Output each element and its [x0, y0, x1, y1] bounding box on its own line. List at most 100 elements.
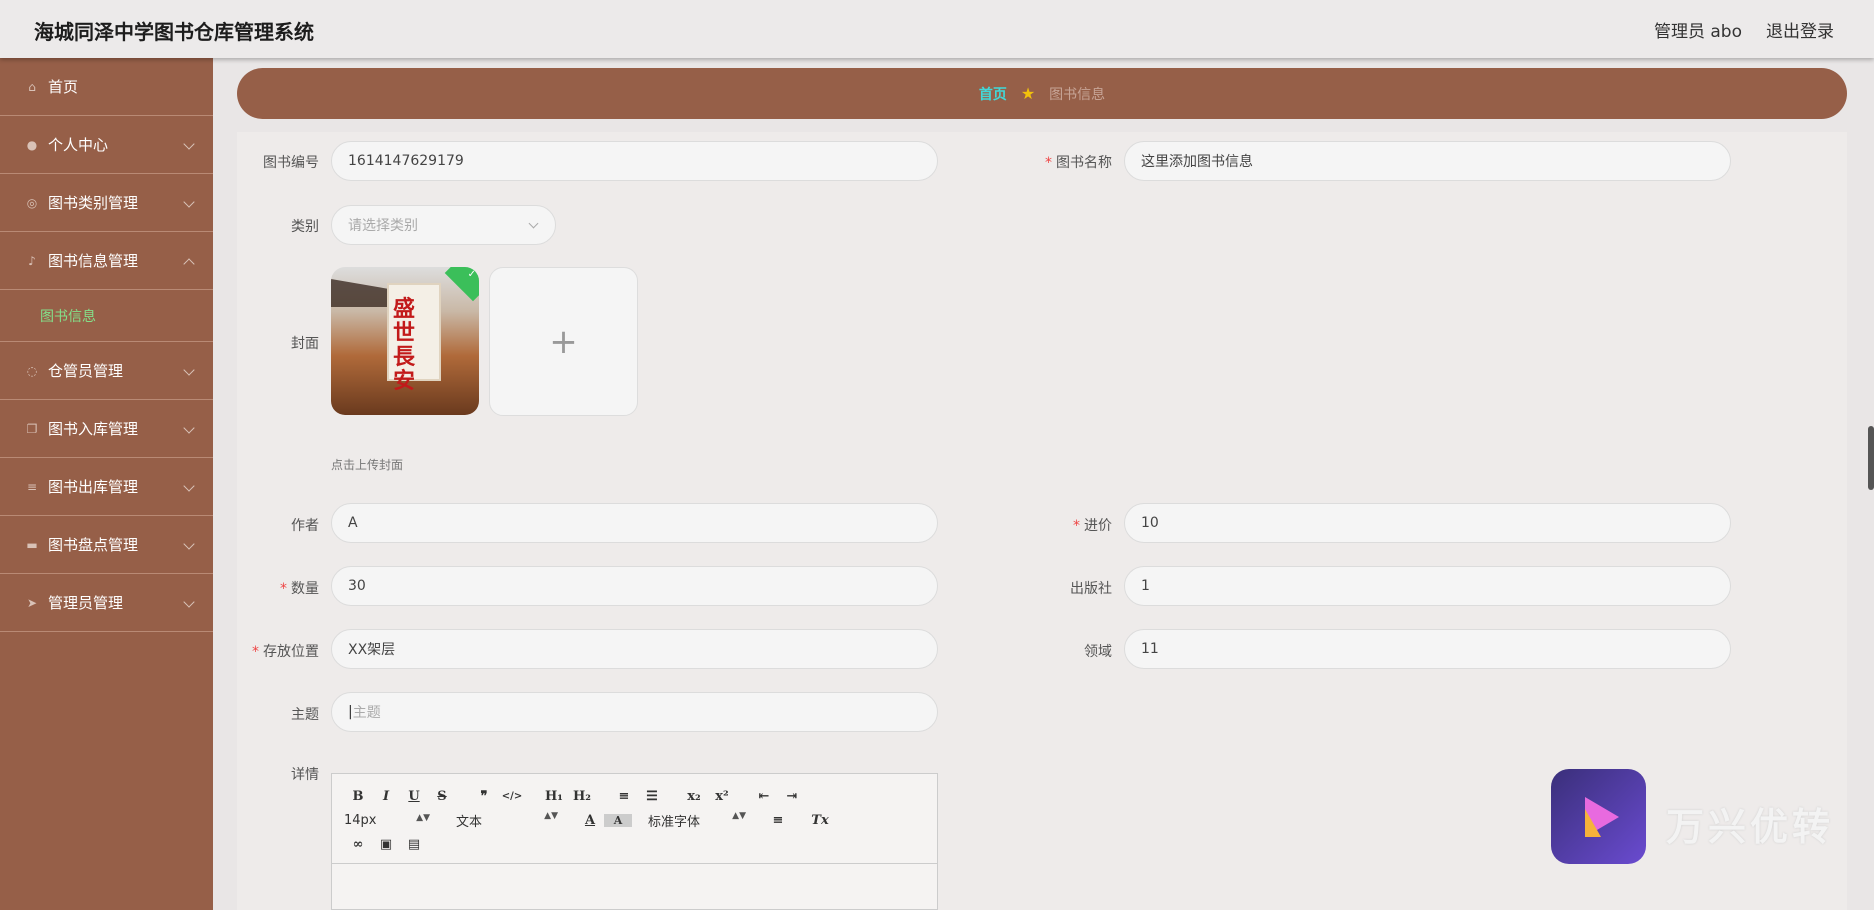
mic-icon: ♪: [28, 253, 36, 268]
updown-icon: ▲▼: [416, 812, 430, 823]
sidebar-item-label: 图书信息管理: [48, 252, 139, 270]
copy-icon: ❐: [26, 421, 38, 436]
font-size-value: 14px: [344, 812, 377, 828]
font-family-select[interactable]: 标准字体 ▲▼: [648, 811, 756, 830]
circle-icon: ◌: [26, 363, 38, 378]
logout-button[interactable]: 退出登录: [1766, 17, 1834, 42]
chevron-up-icon: [183, 258, 195, 270]
text-style-value: 文本: [456, 814, 483, 830]
sidebar-item-keeper[interactable]: ◌ 仓管员管理: [0, 342, 213, 400]
toolbar-row-3: ∞ ▣ ▤: [344, 832, 925, 856]
category-select[interactable]: 请选择类别: [331, 205, 556, 245]
play-icon: [1584, 796, 1619, 837]
sidebar-subitem-book-info[interactable]: 图书信息: [0, 290, 213, 342]
video-icon[interactable]: ▤: [400, 837, 428, 852]
text-style-select[interactable]: 文本 ▲▼: [456, 811, 568, 830]
sidebar-item-personal[interactable]: ● 个人中心: [0, 116, 213, 174]
h1-button[interactable]: H₁: [540, 789, 568, 804]
updown-icon: ▲▼: [732, 810, 746, 821]
subject-input[interactable]: | 主题: [331, 692, 938, 732]
author-input[interactable]: A: [331, 503, 938, 543]
book-name-input[interactable]: 这里添加图书信息: [1124, 141, 1731, 181]
sidebar: ⌂ 首页 ● 个人中心 ◎ 图书类别管理 ♪ 图书信息管理 图书信息 ◌ 仓管员…: [0, 58, 213, 910]
cover-book-title: 盛世長安: [393, 296, 416, 394]
chevron-down-icon: [183, 480, 195, 492]
quantity-label: * 数量: [280, 581, 319, 597]
subject-label: 主题: [291, 707, 319, 723]
send-icon: ➤: [26, 595, 38, 610]
bullet-list-button[interactable]: ☰: [638, 789, 666, 804]
editor-toolbar: B I U S ❞ </> H₁ H₂ ≡ ☰ x₂ x² ⇤ ⇥ 14px ▲▼…: [332, 774, 937, 864]
book-no-input[interactable]: 1614147629179: [331, 141, 938, 181]
scrollbar-handle[interactable]: [1868, 426, 1874, 490]
chevron-down-icon: [183, 596, 195, 608]
subject-placeholder: 主题: [352, 705, 381, 721]
clear-format-button[interactable]: Tx: [806, 813, 834, 828]
breadcrumb-home[interactable]: 首页: [979, 84, 1007, 104]
sidebar-item-label: 图书出库管理: [48, 478, 139, 496]
sidebar-item-stock-in[interactable]: ❐ 图书入库管理: [0, 400, 213, 458]
font-family-value: 标准字体: [648, 814, 701, 830]
user-name[interactable]: 管理员 abo: [1654, 17, 1742, 42]
cover-image[interactable]: 盛世長安 ✓: [331, 267, 479, 415]
superscript-button[interactable]: x²: [708, 789, 736, 804]
chevron-down-icon: [183, 538, 195, 550]
monitor-icon: ▬: [26, 537, 38, 552]
chevron-down-icon: [528, 218, 539, 229]
star-icon: ★: [1020, 84, 1036, 103]
font-color-icon[interactable]: A: [576, 813, 604, 828]
watermark-text: 万兴优转: [1666, 805, 1835, 849]
book-name-label: * 图书名称: [1045, 155, 1112, 171]
quantity-input[interactable]: 30: [331, 566, 938, 606]
watermark-logo-icon: [1551, 769, 1646, 864]
category-placeholder: 请选择类别: [348, 218, 418, 234]
sidebar-item-stock-out[interactable]: ≡ 图书出库管理: [0, 458, 213, 516]
background-color-icon[interactable]: A: [604, 813, 632, 827]
price-label: * 进价: [1073, 518, 1112, 534]
align-icon[interactable]: ≡: [764, 813, 792, 828]
plus-icon: +: [549, 321, 578, 362]
sidebar-item-label: 首页: [48, 78, 79, 96]
bold-button[interactable]: B: [344, 789, 372, 804]
upload-cover-button[interactable]: +: [489, 267, 638, 416]
sidebar-item-inventory[interactable]: ▬ 图书盘点管理: [0, 516, 213, 574]
sidebar-item-book-info[interactable]: ♪ 图书信息管理: [0, 232, 213, 290]
outdent-button[interactable]: ⇤: [750, 789, 778, 804]
image-icon[interactable]: ▣: [372, 837, 400, 852]
toolbar-row-1: B I U S ❞ </> H₁ H₂ ≡ ☰ x₂ x² ⇤ ⇥: [344, 784, 925, 808]
publisher-input[interactable]: 1: [1124, 566, 1731, 606]
link-icon[interactable]: ∞: [344, 837, 372, 852]
sidebar-item-category[interactable]: ◎ 图书类别管理: [0, 174, 213, 232]
app-title: 海城同泽中学图书仓库管理系统: [34, 20, 314, 44]
category-icon: ◎: [26, 195, 38, 210]
italic-button[interactable]: I: [372, 789, 400, 804]
chevron-down-icon: [183, 422, 195, 434]
book-no-label: 图书编号: [263, 155, 319, 171]
breadcrumb: 首页 ★ 图书信息: [237, 68, 1847, 119]
updown-icon: ▲▼: [544, 810, 558, 821]
rich-text-editor[interactable]: B I U S ❞ </> H₁ H₂ ≡ ☰ x₂ x² ⇤ ⇥ 14px ▲▼…: [331, 773, 938, 910]
upload-hint: 点击上传封面: [331, 458, 404, 472]
strike-button[interactable]: S: [428, 789, 456, 804]
font-size-select[interactable]: 14px ▲▼: [344, 813, 440, 828]
sidebar-item-label: 管理员管理: [48, 594, 124, 612]
indent-button[interactable]: ⇥: [778, 789, 806, 804]
home-icon: ⌂: [28, 79, 36, 94]
category-label: 类别: [291, 219, 319, 235]
blockquote-button[interactable]: ❞: [470, 789, 498, 804]
sidebar-item-admin[interactable]: ➤ 管理员管理: [0, 574, 213, 632]
sidebar-item-label: 图书类别管理: [48, 194, 139, 212]
top-right-menu: 管理员 abo 退出登录: [1654, 17, 1834, 42]
sidebar-item-label: 仓管员管理: [48, 362, 124, 380]
location-label: * 存放位置: [252, 644, 319, 660]
check-icon: ✓: [467, 269, 476, 280]
subscript-button[interactable]: x₂: [680, 789, 708, 804]
field-input[interactable]: 11: [1124, 629, 1731, 669]
underline-button[interactable]: U: [400, 789, 428, 804]
code-button[interactable]: </>: [498, 791, 526, 802]
h2-button[interactable]: H₂: [568, 789, 596, 804]
ordered-list-button[interactable]: ≡: [610, 789, 638, 804]
sidebar-item-home[interactable]: ⌂ 首页: [0, 58, 213, 116]
location-input[interactable]: XX架层: [331, 629, 938, 669]
price-input[interactable]: 10: [1124, 503, 1731, 543]
